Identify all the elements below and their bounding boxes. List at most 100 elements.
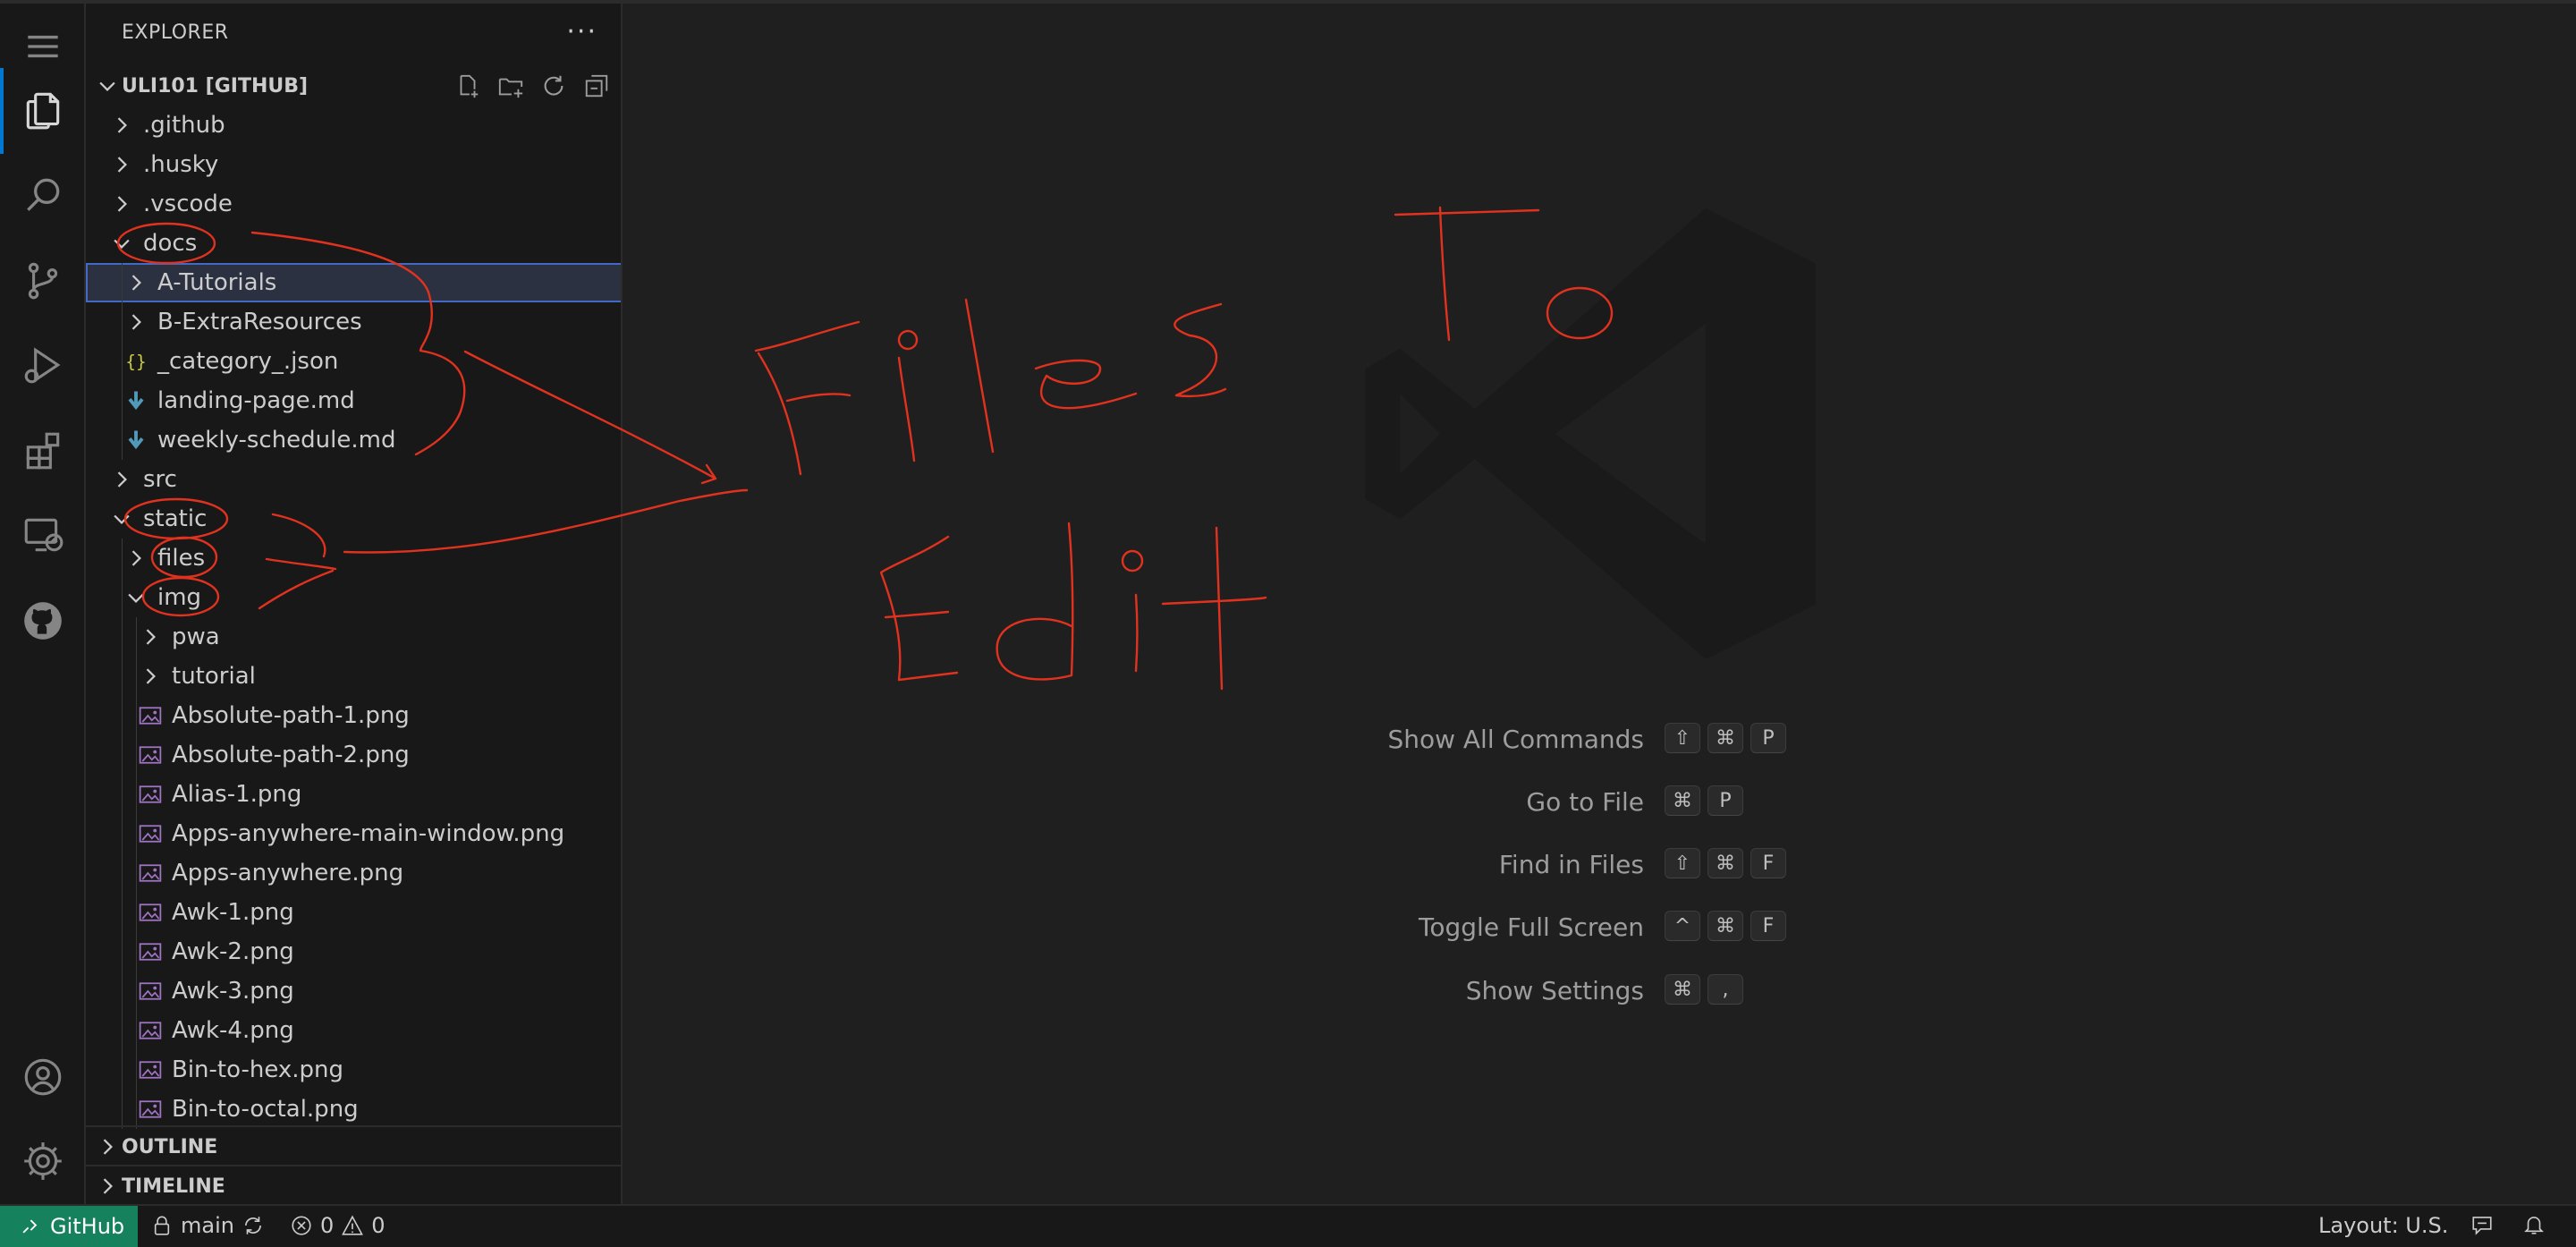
- tree-item-label: _category_.json: [157, 348, 339, 375]
- keycap: ⌘: [1707, 848, 1743, 878]
- problems-indicator[interactable]: 0 0: [290, 1213, 386, 1238]
- shortcut-row[interactable]: Go to File: [624, 784, 1644, 819]
- sync-icon[interactable]: [242, 1214, 265, 1237]
- keycap: ⌘: [1665, 785, 1700, 816]
- keycap: ⌘: [1707, 911, 1743, 941]
- new-file-icon[interactable]: [451, 72, 485, 100]
- tree-item-label: weekly-schedule.md: [157, 427, 396, 454]
- tree-file-row[interactable]: Alias-1.png: [86, 775, 621, 814]
- tree-folder-row[interactable]: .husky: [86, 145, 621, 184]
- workspace-header[interactable]: ULI101 [GITHUB]: [86, 66, 621, 106]
- chevron-right-icon: [117, 196, 127, 212]
- keycap: ⇧: [1665, 723, 1700, 753]
- files-icon[interactable]: [0, 68, 86, 154]
- tree-folder-row[interactable]: src: [86, 460, 621, 499]
- image-file-icon: [139, 1022, 162, 1039]
- tree-file-row[interactable]: Apps-anywhere-main-window.png: [86, 814, 621, 853]
- tree-item-label: Awk-4.png: [172, 1017, 294, 1044]
- tree-file-row[interactable]: Bin-to-octal.png: [86, 1090, 621, 1129]
- source-control-icon[interactable]: [0, 238, 86, 324]
- tree-folder-row[interactable]: pwa: [86, 617, 621, 657]
- chevron-right-icon: [131, 275, 141, 291]
- shortcut-row[interactable]: Find in Files: [624, 846, 1644, 882]
- shortcut-row[interactable]: Show Settings: [624, 972, 1644, 1008]
- search-icon[interactable]: [0, 152, 86, 238]
- error-icon: [292, 1216, 311, 1235]
- chevron-right-icon: [103, 1139, 113, 1155]
- vscode-logo-icon: [1365, 208, 1816, 659]
- shortcut-row[interactable]: Toggle Full Screen: [624, 909, 1644, 945]
- explorer-header: EXPLORER ···: [86, 4, 621, 61]
- tree-item-label: Awk-2.png: [172, 938, 294, 965]
- image-file-icon: [139, 1061, 162, 1079]
- shortcut-label: Show All Commands: [1387, 725, 1644, 754]
- tree-file-row[interactable]: Awk-1.png: [86, 893, 621, 932]
- tree-file-row[interactable]: weekly-schedule.md: [86, 420, 621, 460]
- tree-item-label: Apps-anywhere.png: [172, 860, 404, 886]
- chevron-down-icon: [99, 81, 115, 91]
- tree-item-label: tutorial: [172, 663, 256, 690]
- tree-file-row[interactable]: Absolute-path-2.png: [86, 735, 621, 775]
- indent-guide: [122, 539, 123, 1129]
- keycap: P: [1750, 723, 1786, 753]
- image-file-icon: [139, 982, 162, 1000]
- keycap: P: [1707, 785, 1743, 816]
- tree-item-label: src: [143, 466, 177, 493]
- tree-item-label: Absolute-path-1.png: [172, 702, 410, 729]
- tree-item-label: Alias-1.png: [172, 781, 302, 808]
- chevron-down-icon: [128, 593, 144, 603]
- collapse-all-icon[interactable]: [580, 72, 614, 100]
- image-file-icon: [139, 1100, 162, 1118]
- tree-file-row[interactable]: {} _category_.json: [86, 342, 621, 381]
- chevron-right-icon: [117, 117, 127, 133]
- chevron-right-icon: [103, 1178, 113, 1194]
- tree-item-label: Bin-to-hex.png: [172, 1056, 344, 1083]
- account-icon[interactable]: [0, 1034, 86, 1120]
- warning-icon: [342, 1215, 364, 1235]
- extensions-icon[interactable]: [0, 408, 86, 494]
- tree-folder-row[interactable]: .vscode: [86, 184, 621, 224]
- tree-folder-row[interactable]: .github: [86, 106, 621, 145]
- tree-file-row[interactable]: Apps-anywhere.png: [86, 853, 621, 893]
- tree-folder-row[interactable]: tutorial: [86, 657, 621, 696]
- tree-item-label: docs: [143, 230, 198, 257]
- tree-folder-row[interactable]: files: [86, 539, 621, 578]
- tree-folder-row[interactable]: docs: [86, 224, 621, 263]
- shortcut-keys: ⇧ ⌘ F: [1665, 848, 1786, 878]
- settings-gear-icon[interactable]: [0, 1118, 86, 1204]
- remote-indicator[interactable]: GitHub: [0, 1206, 138, 1247]
- tree-file-row[interactable]: Awk-3.png: [86, 971, 621, 1011]
- layout-label: Layout: U.S.: [2318, 1213, 2449, 1238]
- shortcut-keys: ⇧ ⌘ P: [1665, 723, 1786, 753]
- chevron-right-icon: [131, 314, 141, 330]
- shortcut-row[interactable]: Show All Commands: [624, 721, 1644, 757]
- tree-file-row[interactable]: Awk-2.png: [86, 932, 621, 971]
- image-file-icon: [139, 943, 162, 961]
- tree-folder-row[interactable]: img: [86, 578, 621, 617]
- tree-file-row[interactable]: Absolute-path-1.png: [86, 696, 621, 735]
- timeline-section-header[interactable]: TIMELINE: [86, 1165, 621, 1204]
- branch-indicator[interactable]: main: [150, 1213, 265, 1238]
- github-icon[interactable]: [0, 578, 86, 664]
- tree-file-row[interactable]: Bin-to-hex.png: [86, 1050, 621, 1090]
- outline-section-header[interactable]: OUTLINE: [86, 1125, 621, 1165]
- tree-folder-row[interactable]: B-ExtraResources: [86, 302, 621, 342]
- shortcut-label: Find in Files: [1498, 850, 1644, 879]
- tree-folder-row[interactable]: A-Tutorials: [86, 263, 621, 302]
- feedback-icon[interactable]: [2470, 1213, 2494, 1236]
- editor-empty-area[interactable]: Show All Commands ⇧ ⌘ P Go to File ⌘ P Find in …: [624, 4, 2576, 1204]
- keycap: ⌘: [1707, 723, 1743, 753]
- tree-folder-row[interactable]: static: [86, 499, 621, 539]
- new-folder-icon[interactable]: [494, 72, 528, 100]
- image-file-icon: [139, 785, 162, 803]
- run-debug-icon[interactable]: [0, 322, 86, 408]
- tree-file-row[interactable]: Awk-4.png: [86, 1011, 621, 1050]
- error-count: 0: [320, 1213, 335, 1238]
- remote-icon: [22, 1219, 38, 1234]
- refresh-icon[interactable]: [537, 72, 571, 100]
- notifications-bell-icon[interactable]: [2522, 1213, 2546, 1236]
- more-actions-icon[interactable]: ···: [566, 16, 597, 47]
- tree-file-row[interactable]: landing-page.md: [86, 381, 621, 420]
- remote-explorer-icon[interactable]: [0, 492, 86, 578]
- keyboard-layout[interactable]: Layout: U.S.: [2318, 1213, 2448, 1238]
